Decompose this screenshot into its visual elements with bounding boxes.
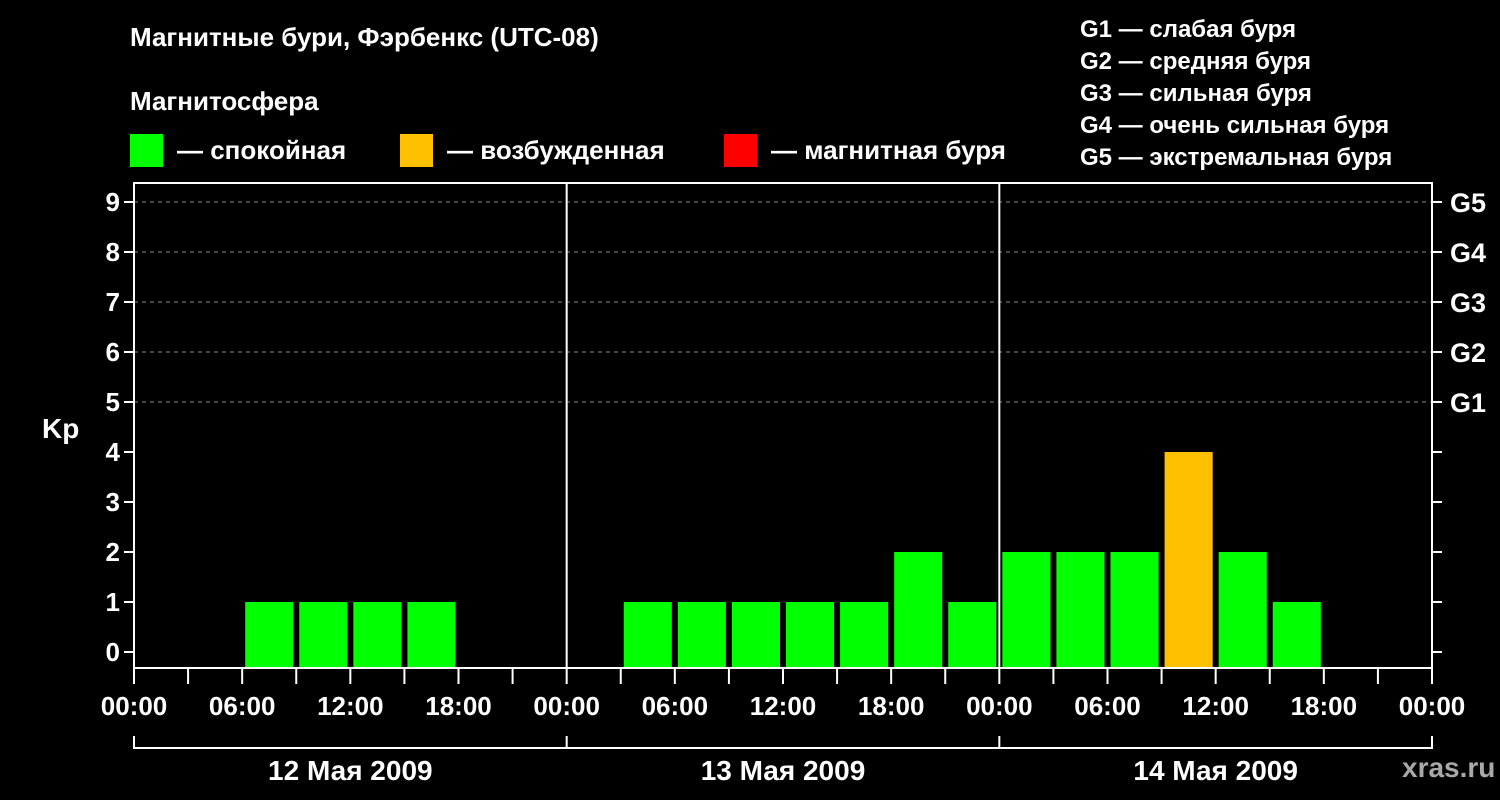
- day-label: 12 Мая 2009: [268, 755, 433, 786]
- x-tick-label: 12:00: [1182, 691, 1249, 721]
- kp-bar: [1272, 602, 1321, 668]
- y-tick-label: 2: [106, 537, 120, 567]
- x-tick-label: 06:00: [642, 691, 709, 721]
- y-axis-label: Kp: [42, 413, 79, 444]
- y-tick-label: 3: [106, 487, 120, 517]
- kp-bar: [299, 602, 348, 668]
- y-tick-label: 5: [106, 387, 120, 417]
- x-tick-label: 06:00: [1074, 691, 1141, 721]
- g-axis-label: G3: [1450, 288, 1486, 318]
- kp-bar: [407, 602, 456, 668]
- x-tick-label: 00:00: [966, 691, 1033, 721]
- x-tick-label: 18:00: [1291, 691, 1358, 721]
- y-tick-label: 8: [106, 237, 120, 267]
- y-tick-label: 9: [106, 187, 120, 217]
- x-tick-label: 12:00: [317, 691, 384, 721]
- kp-bar: [623, 602, 672, 668]
- day-label: 13 Мая 2009: [701, 755, 866, 786]
- kp-bar: [894, 552, 943, 668]
- kp-bar: [731, 602, 780, 668]
- g-axis-label: G5: [1450, 188, 1486, 218]
- kp-bar: [1218, 552, 1267, 668]
- kp-bar: [353, 602, 402, 668]
- day-label: 14 Мая 2009: [1133, 755, 1298, 786]
- kp-bar: [1002, 552, 1051, 668]
- kp-bar: [948, 602, 997, 668]
- y-tick-label: 7: [106, 287, 120, 317]
- y-tick-label: 0: [106, 637, 120, 667]
- g-axis-label: G4: [1450, 238, 1486, 268]
- x-tick-label: 00:00: [533, 691, 600, 721]
- y-tick-label: 4: [106, 437, 121, 467]
- x-tick-label: 12:00: [750, 691, 817, 721]
- kp-bar: [1164, 452, 1213, 668]
- kp-bar: [245, 602, 294, 668]
- g-axis-label: G1: [1450, 388, 1486, 418]
- kp-bar-chart: 0 1 2 3 4 5 6 7 8 9 Kp G1 G2 G3 G4 G5 00:00 06:00 12:00 18:…: [42, 182, 1486, 786]
- x-tick-label: 00:00: [1399, 691, 1466, 721]
- kp-bar: [786, 602, 835, 668]
- x-tick-label: 00:00: [101, 691, 168, 721]
- x-tick-label: 18:00: [425, 691, 492, 721]
- x-tick-label: 18:00: [858, 691, 925, 721]
- y-tick-label: 6: [106, 337, 120, 367]
- x-tick-label: 06:00: [209, 691, 276, 721]
- g-axis-label: G2: [1450, 338, 1486, 368]
- watermark: xras.ru: [1402, 752, 1496, 783]
- y-tick-label: 1: [106, 587, 120, 617]
- kp-bar: [677, 602, 726, 668]
- kp-bar: [1110, 552, 1159, 668]
- kp-bar: [840, 602, 889, 668]
- kp-bar: [1056, 552, 1105, 668]
